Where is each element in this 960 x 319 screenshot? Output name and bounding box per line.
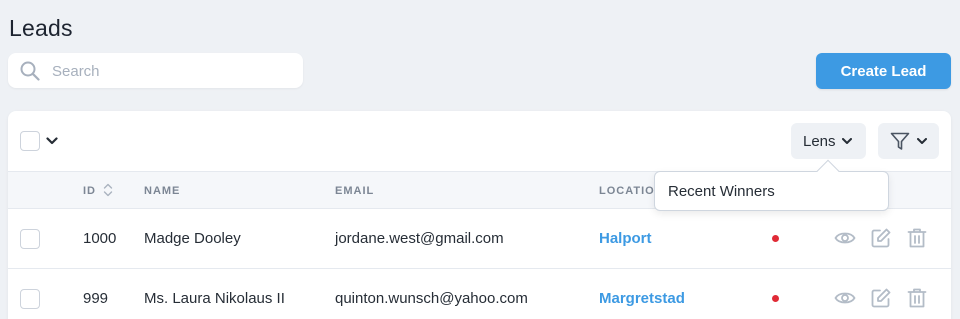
lens-label: Lens <box>803 132 836 150</box>
sort-icon[interactable] <box>103 182 113 198</box>
table-row[interactable]: 1000 Madge Dooley jordane.west@gmail.com… <box>8 210 951 269</box>
lead-location-link[interactable]: Margretstad <box>599 290 685 307</box>
search-icon <box>20 61 40 81</box>
status-dot <box>772 295 779 302</box>
table-toolbar: Lens <box>8 111 951 171</box>
search-input[interactable] <box>52 60 292 82</box>
row-checkbox[interactable] <box>20 289 40 309</box>
column-header-email: EMAIL <box>335 185 375 197</box>
lead-id: 1000 <box>83 230 117 247</box>
row-checkbox[interactable] <box>20 229 40 249</box>
chevron-down-icon[interactable] <box>46 137 58 145</box>
edit-icon[interactable] <box>870 287 892 309</box>
column-header-id[interactable]: ID <box>83 185 96 197</box>
search-bar[interactable] <box>8 53 303 88</box>
chevron-down-icon <box>841 137 852 144</box>
lens-dropdown-button[interactable]: Lens <box>791 123 866 159</box>
create-lead-button[interactable]: Create Lead <box>816 53 951 89</box>
trash-icon[interactable] <box>906 287 928 309</box>
lead-id: 999 <box>83 290 109 307</box>
page-title: Leads <box>9 15 73 41</box>
status-dot <box>772 235 779 242</box>
funnel-icon <box>890 132 910 150</box>
trash-icon[interactable] <box>906 227 928 249</box>
filter-dropdown-button[interactable] <box>878 123 939 159</box>
edit-icon[interactable] <box>870 227 892 249</box>
eye-icon[interactable] <box>834 227 856 249</box>
select-all-checkbox[interactable] <box>20 131 40 151</box>
table-row[interactable]: 999 Ms. Laura Nikolaus II quinton.wunsch… <box>8 270 951 319</box>
lead-email: jordane.west@gmail.com <box>335 230 504 247</box>
lead-name: Ms. Laura Nikolaus II <box>144 290 285 307</box>
chevron-down-icon <box>917 138 927 144</box>
eye-icon[interactable] <box>834 287 856 309</box>
lens-dropdown-menu: Recent Winners <box>654 159 889 211</box>
leads-table-card: Lens ID NAME EMAIL LOCATION 1000 Madge D… <box>8 111 951 319</box>
lead-name: Madge Dooley <box>144 230 241 247</box>
lens-option-recent-winners[interactable]: Recent Winners <box>668 183 775 200</box>
lead-email: quinton.wunsch@yahoo.com <box>335 290 528 307</box>
column-header-name: NAME <box>144 185 181 197</box>
lead-location-link[interactable]: Halport <box>599 230 652 247</box>
